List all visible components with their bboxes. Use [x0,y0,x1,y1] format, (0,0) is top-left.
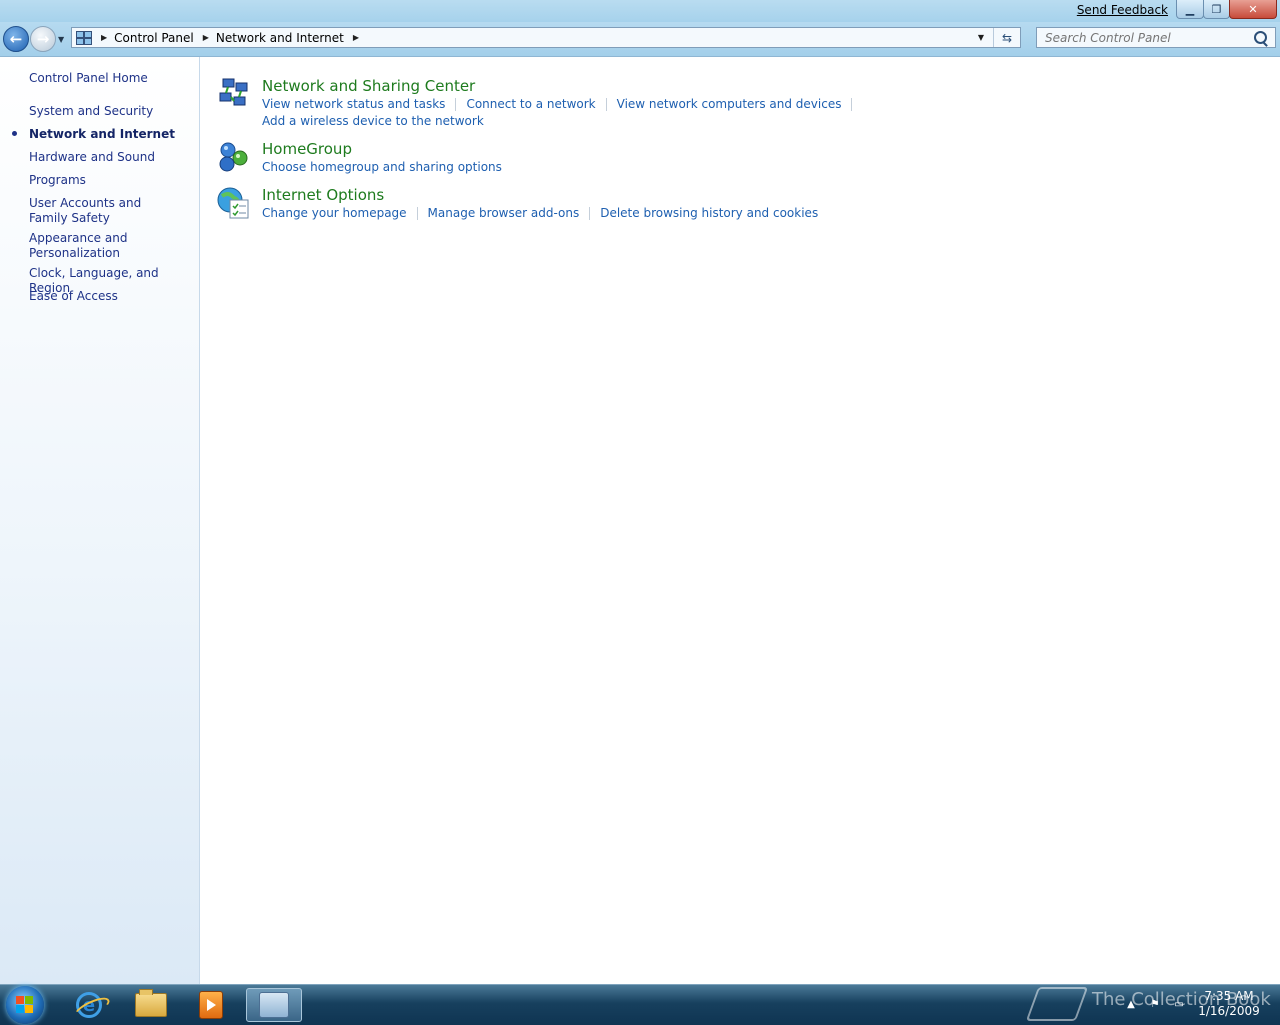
sidebar-item-system-and-security[interactable]: System and Security [29,104,194,119]
maximize-icon: ❐ [1211,2,1222,16]
internet-options-title[interactable]: Internet Options [262,186,384,204]
taskbar: e The Collection Book ▲ ⚑ ▭ 7:35 AM 1/16… [0,984,1280,1025]
title-bar: Send Feedback ▁ ❐ ✕ [0,0,1280,22]
task-divider [589,207,591,220]
sidebar-item-programs[interactable]: Programs [29,173,194,188]
task-delete-browsing-history[interactable]: Delete browsing history and cookies [600,205,818,222]
forward-arrow-icon: → [36,30,50,48]
network-sharing-tasks: View network status and tasks Connect to … [262,96,1062,130]
minimize-icon: ▁ [1185,2,1195,16]
clock-time: 7:35 AM [1204,989,1254,1003]
breadcrumb-separator-icon[interactable]: ▶ [353,33,359,42]
left-navigation-pane: Control Panel Home System and Security N… [0,57,200,984]
network-sharing-center-title[interactable]: Network and Sharing Center [262,77,475,95]
sidebar-item-user-accounts[interactable]: User Accounts and Family Safety [29,196,179,226]
back-arrow-icon: ← [9,30,23,48]
action-center-flag-icon[interactable]: ⚑ [1148,997,1162,1011]
refresh-icon: ⇆ [1001,30,1013,45]
windows-logo-icon [16,996,24,1004]
task-manage-addons[interactable]: Manage browser add-ons [428,205,580,222]
taskbar-control-panel[interactable] [246,988,302,1022]
address-bar[interactable]: ▶ Control Panel ▶ Network and Internet ▶… [71,27,1021,48]
send-feedback-link[interactable]: Send Feedback [1077,3,1168,17]
maximize-button[interactable]: ❐ [1203,0,1230,19]
sidebar-item-hardware-and-sound[interactable]: Hardware and Sound [29,150,194,165]
task-change-homepage[interactable]: Change your homepage [262,205,407,222]
media-player-icon [199,991,223,1019]
network-sharing-icon [219,78,248,106]
main-content: Network and Sharing Center View network … [200,57,1280,984]
navigation-bar: ← → ▼ ▶ Control Panel ▶ Network and Inte… [0,22,1280,57]
search-icon[interactable] [1254,31,1267,44]
sidebar-item-network-and-internet[interactable]: Network and Internet [29,127,194,142]
close-button[interactable]: ✕ [1229,0,1277,19]
homegroup-title[interactable]: HomeGroup [262,140,352,158]
task-connect-to-network[interactable]: Connect to a network [466,96,595,113]
windows-explorer-icon [135,989,167,1017]
taskbar-internet-explorer[interactable]: e [61,988,117,1022]
control-panel-icon [76,30,92,45]
search-box [1036,27,1276,48]
homegroup-tasks: Choose homegroup and sharing options [262,159,1062,176]
forward-button[interactable]: → [30,26,56,52]
refresh-button[interactable]: ⇆ [993,28,1020,47]
sidebar-item-appearance[interactable]: Appearance and Personalization [29,231,139,261]
address-dropdown-button[interactable]: ▼ [972,28,990,47]
breadcrumb-network-and-internet[interactable]: Network and Internet [216,31,344,45]
back-button[interactable]: ← [3,26,29,52]
recent-pages-button[interactable]: ▼ [58,35,64,44]
task-divider [416,207,418,220]
breadcrumb-control-panel[interactable]: Control Panel [114,31,194,45]
task-add-wireless-device[interactable]: Add a wireless device to the network [262,113,484,130]
taskbar-windows-explorer[interactable] [123,988,179,1022]
breadcrumb-separator-icon[interactable]: ▶ [203,33,209,42]
book-watermark-icon [1025,987,1089,1021]
task-divider [851,98,853,111]
close-icon: ✕ [1248,2,1258,16]
taskbar-media-player[interactable] [183,988,239,1022]
internet-options-tasks: Change your homepage Manage browser add-o… [262,205,1062,222]
task-choose-homegroup-options[interactable]: Choose homegroup and sharing options [262,159,502,176]
breadcrumb-separator-icon[interactable]: ▶ [101,33,107,42]
task-view-network-computers[interactable]: View network computers and devices [617,96,842,113]
system-clock[interactable]: 7:35 AM 1/16/2009 [1196,989,1262,1019]
clock-date: 1/16/2009 [1198,1004,1260,1018]
homegroup-icon [219,142,248,172]
network-status-icon[interactable]: ▭ [1172,997,1186,1011]
task-divider [455,98,457,111]
active-item-bullet-icon [12,131,17,136]
internet-options-icon [217,187,249,219]
control-panel-icon [259,992,289,1018]
sidebar-item-ease-of-access[interactable]: Ease of Access [29,289,194,304]
control-panel-home-link[interactable]: Control Panel Home [29,71,194,86]
search-input[interactable] [1037,28,1250,47]
show-hidden-icons-button[interactable]: ▲ [1124,997,1138,1011]
start-button[interactable] [6,986,44,1024]
task-view-network-status[interactable]: View network status and tasks [262,96,445,113]
minimize-button[interactable]: ▁ [1176,0,1204,19]
internet-explorer-icon: e [76,992,102,1018]
task-divider [605,98,607,111]
